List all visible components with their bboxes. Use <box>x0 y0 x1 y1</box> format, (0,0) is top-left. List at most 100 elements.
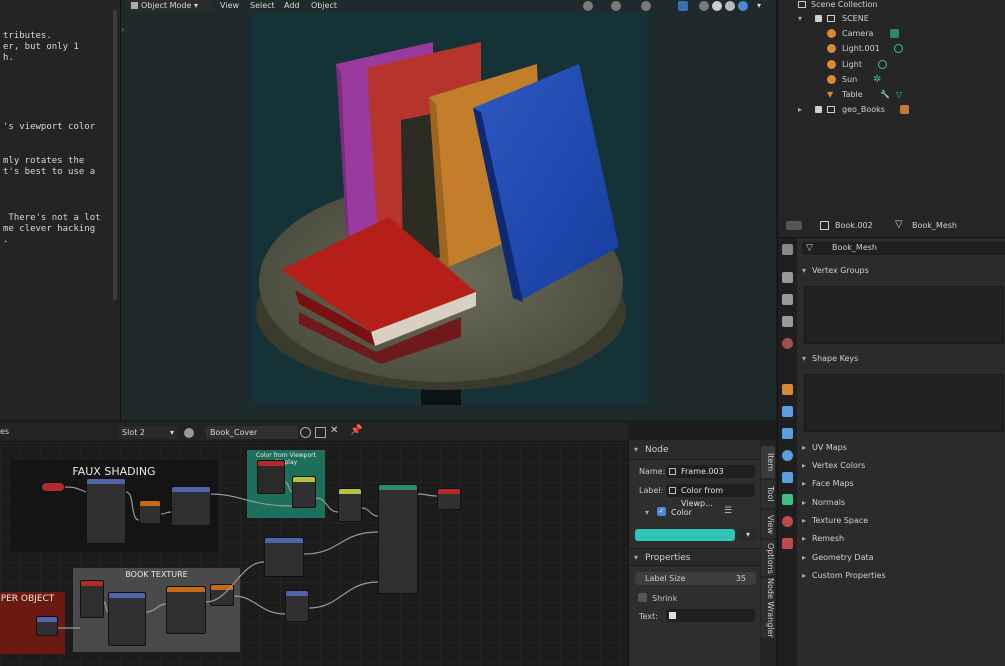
light-data-icon[interactable] <box>894 44 903 53</box>
solid-shading-icon[interactable] <box>712 1 722 11</box>
node-section-title: Node <box>645 445 669 455</box>
light-data-icon[interactable] <box>878 60 887 69</box>
tab-item[interactable]: Item <box>761 446 775 478</box>
chevron-down-icon[interactable]: ▾ <box>798 11 802 26</box>
sun-data-icon[interactable]: ✲ <box>873 72 881 87</box>
section-texture-space[interactable]: ▸ Texture Space <box>802 516 868 525</box>
list-icon[interactable]: ☰ <box>724 506 732 516</box>
collection-icon <box>798 1 806 8</box>
object-icon <box>820 221 829 230</box>
shape-keys-list[interactable] <box>804 374 1004 432</box>
texture-tab-icon[interactable] <box>782 538 793 549</box>
outliner-row-sun[interactable]: Sun ✲ <box>778 72 1005 87</box>
text-line: tributes. <box>3 31 52 41</box>
overlay-icon[interactable] <box>641 1 651 11</box>
outliner-label: Sun <box>842 75 858 84</box>
particles-tab-icon[interactable] <box>782 428 793 439</box>
color-checkbox[interactable]: ✓ <box>657 507 666 516</box>
text-editor-scrollbar[interactable] <box>113 10 117 300</box>
label-size-field[interactable]: Label Size 35 <box>635 572 756 585</box>
name-label: Name: <box>639 467 666 476</box>
tab-tool[interactable]: Tool <box>761 480 775 508</box>
frame-color-swatch[interactable] <box>635 529 735 541</box>
label-size-label: Label Size <box>645 574 686 583</box>
menu-view[interactable]: View <box>220 0 239 12</box>
text-line: There's not a lot <box>3 213 101 223</box>
transform-pivot-icon[interactable] <box>583 1 593 11</box>
chevron-down-icon[interactable]: ▾ <box>645 508 649 517</box>
text-datablock-field[interactable] <box>666 609 755 622</box>
node-icon <box>669 487 676 494</box>
section-custom-properties[interactable]: ▸ Custom Properties <box>802 571 886 580</box>
material-shading-icon[interactable] <box>725 1 735 11</box>
modifier-tab-icon[interactable] <box>782 406 793 417</box>
physics-tab-icon[interactable] <box>782 450 793 461</box>
chevron-down-icon[interactable]: ▾ <box>757 0 761 12</box>
outliner-row-camera[interactable]: Camera <box>778 26 1005 41</box>
section-vertex-colors[interactable]: ▸ Vertex Colors <box>802 461 865 470</box>
render-tab-icon[interactable] <box>782 272 793 283</box>
editor-type-icon[interactable] <box>786 221 802 230</box>
tool-tab-icon[interactable] <box>782 244 793 255</box>
outliner-label: geo_Books <box>842 105 885 114</box>
label-label: Label: <box>639 486 664 495</box>
material-tab-icon[interactable] <box>782 516 793 527</box>
node-section-header[interactable]: ▾ Node <box>629 440 761 460</box>
outliner-row-geo-books[interactable]: ▸ geo_Books <box>778 102 1005 117</box>
mesh-data-tab-icon[interactable] <box>782 494 793 505</box>
section-normals[interactable]: ▸ Normals <box>802 498 845 507</box>
constraints-tab-icon[interactable] <box>782 472 793 483</box>
checkbox-icon[interactable] <box>815 106 822 113</box>
chevron-down-icon[interactable]: ▾ <box>739 529 757 541</box>
menu-add[interactable]: Add <box>284 0 300 12</box>
node-editor[interactable]: es Slot 2 ▾ Book_Cover ✕ 📌 FAUX SHADING … <box>0 422 628 666</box>
node-label-field[interactable]: Color from Viewp... <box>666 484 755 508</box>
tab-node-wrangler[interactable]: Node Wrangler <box>761 578 775 638</box>
chevron-right-icon[interactable]: › <box>121 24 124 36</box>
text-editor[interactable]: tributes. er, but only 1 h. 's viewport … <box>0 0 121 420</box>
outliner-row-table[interactable]: ▼ Table 🔧 ▽ <box>778 87 1005 102</box>
outliner-row-scene[interactable]: ▾ SCENE <box>778 11 1005 26</box>
wrench-modifier-icon[interactable]: 🔧 <box>880 87 890 102</box>
section-shape-keys[interactable]: ▾ Shape Keys <box>802 354 858 363</box>
menu-select[interactable]: Select <box>250 0 275 12</box>
node-sidebar[interactable]: ▾ Node Name: Frame.003 Label: Color from… <box>628 440 761 666</box>
books-render-image <box>256 42 626 405</box>
wireframe-shading-icon[interactable] <box>699 1 709 11</box>
section-geometry-data[interactable]: ▸ Geometry Data <box>802 553 874 562</box>
output-tab-icon[interactable] <box>782 294 793 305</box>
camera-data-icon[interactable] <box>890 29 899 38</box>
object-tab-icon[interactable] <box>782 384 793 395</box>
chevron-down-icon: ▾ <box>634 553 639 562</box>
outliner-row-light[interactable]: Light <box>778 57 1005 72</box>
mesh-data-icon[interactable]: ▽ <box>896 87 902 102</box>
scene-tab-icon[interactable] <box>782 338 793 349</box>
view-layer-tab-icon[interactable] <box>782 316 793 327</box>
object-mode-dropdown[interactable]: Object Mode ▾ <box>127 0 213 12</box>
rendered-shading-icon[interactable] <box>738 1 748 11</box>
section-uv-maps[interactable]: ▸ UV Maps <box>802 443 847 452</box>
tab-options[interactable]: Options <box>761 540 775 576</box>
snap-icon[interactable] <box>611 1 621 11</box>
section-vertex-groups[interactable]: ▾ Vertex Groups <box>802 266 869 275</box>
chevron-down-icon: ▾ <box>193 1 198 10</box>
properties-editor[interactable]: Book.002 ▽ Book_Mesh ▽ Book_Mesh ▾ Vertex… <box>777 212 1005 666</box>
mesh-group-icon[interactable] <box>900 105 909 114</box>
vertex-groups-list[interactable] <box>804 286 1004 344</box>
tab-view[interactable]: View <box>761 510 775 538</box>
menu-object[interactable]: Object <box>311 0 337 12</box>
collection-icon <box>827 106 835 113</box>
xray-icon[interactable] <box>678 1 688 11</box>
outliner[interactable]: Scene Collection ▾ SCENE Camera Light.00… <box>777 0 1005 212</box>
outliner-row-light001[interactable]: Light.001 <box>778 41 1005 56</box>
node-name-field[interactable]: Frame.003 <box>666 465 755 478</box>
section-remesh[interactable]: ▸ Remesh <box>802 534 844 543</box>
properties-section-header[interactable]: ▾ Properties <box>629 548 761 566</box>
mesh-datablock-selector[interactable]: ▽ Book_Mesh <box>802 242 1005 255</box>
chevron-right-icon[interactable]: ▸ <box>798 102 802 117</box>
checkbox-icon[interactable] <box>815 15 822 22</box>
shrink-checkbox[interactable] <box>638 593 647 602</box>
outliner-label: Light.001 <box>842 44 880 53</box>
section-face-maps[interactable]: ▸ Face Maps <box>802 479 854 488</box>
3d-viewport[interactable]: Object Mode ▾ View Select Add Object ▾ › <box>121 0 776 420</box>
